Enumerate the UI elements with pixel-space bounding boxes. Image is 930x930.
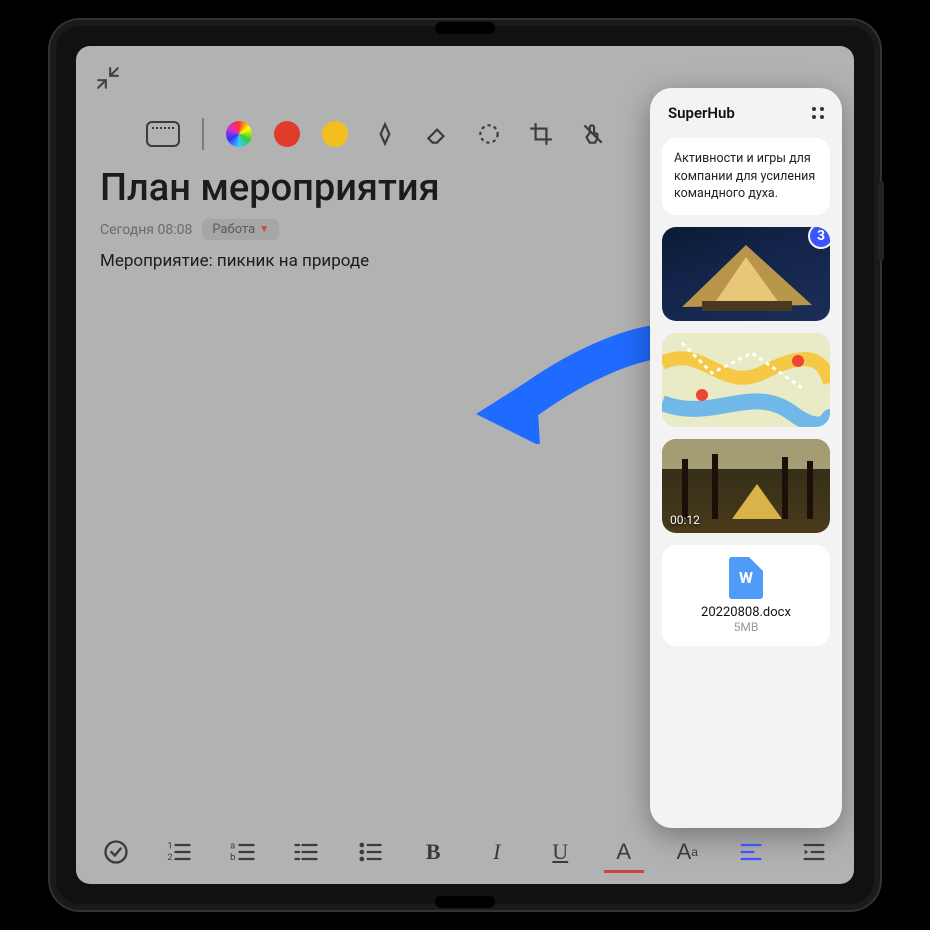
document-name: 20220808.docx <box>701 605 791 620</box>
screen: План мероприятия Сегодня 08:08 Работа▼ М… <box>76 46 854 884</box>
lettered-list-icon[interactable]: ab <box>225 834 261 870</box>
note-title[interactable]: План мероприятия <box>100 166 440 210</box>
superhub-item-document[interactable]: W 20220808.docx 5MB <box>662 545 830 646</box>
svg-text:a: a <box>230 841 235 852</box>
indent-icon[interactable] <box>796 834 832 870</box>
align-left-icon[interactable] <box>733 834 769 870</box>
svg-text:1: 1 <box>168 841 173 852</box>
eraser-icon[interactable] <box>422 119 452 149</box>
color-picker-icon[interactable] <box>226 121 252 147</box>
device-frame: План мероприятия Сегодня 08:08 Работа▼ М… <box>50 20 880 910</box>
document-size: 5MB <box>734 620 759 634</box>
superhub-title: SuperHub <box>668 104 735 122</box>
text-size-button[interactable]: Aa <box>669 834 705 870</box>
superhub-item-video[interactable]: 00:12 <box>662 439 830 533</box>
svg-text:2: 2 <box>168 852 173 863</box>
svg-text:b: b <box>230 852 235 863</box>
checklist-icon[interactable] <box>98 834 134 870</box>
superhub-item-photo[interactable]: 3 <box>662 227 830 321</box>
side-button <box>878 181 884 261</box>
superhub-item-text[interactable]: Активности и игры для компании для усиле… <box>662 138 830 215</box>
note-body[interactable]: Мероприятие: пикник на природе <box>100 251 369 271</box>
note-tag[interactable]: Работа▼ <box>202 219 279 240</box>
color-yellow[interactable] <box>322 121 348 147</box>
superhub-panel[interactable]: SuperHub Активности и игры для компании … <box>650 88 842 828</box>
numbered-list-icon[interactable]: 12 <box>161 834 197 870</box>
collapse-icon[interactable] <box>88 58 128 98</box>
bullet-dot-icon[interactable] <box>352 834 388 870</box>
text-color-button[interactable]: A <box>606 834 642 870</box>
note-meta: Сегодня 08:08 Работа▼ <box>100 219 279 240</box>
drag-handle-icon[interactable] <box>812 107 824 119</box>
superhub-text-content: Активности и игры для компании для усиле… <box>662 138 830 215</box>
underline-button[interactable]: U <box>542 834 578 870</box>
superhub-header: SuperHub <box>662 102 830 126</box>
video-duration: 00:12 <box>670 513 700 527</box>
superhub-item-map[interactable] <box>662 333 830 427</box>
italic-button[interactable]: I <box>479 834 515 870</box>
bullet-dash-icon[interactable] <box>288 834 324 870</box>
crop-icon[interactable] <box>526 119 556 149</box>
format-toolbar: 12 ab B I U A Aa <box>76 826 854 878</box>
hinge-bottom <box>435 896 495 908</box>
note-timestamp: Сегодня 08:08 <box>100 222 192 238</box>
word-file-icon: W <box>729 557 763 599</box>
photo-count-badge: 3 <box>808 227 830 249</box>
pen-icon[interactable] <box>370 119 400 149</box>
lasso-icon[interactable] <box>474 119 504 149</box>
bold-button[interactable]: B <box>415 834 451 870</box>
finger-off-icon[interactable] <box>578 119 608 149</box>
color-red[interactable] <box>274 121 300 147</box>
toolbar-separator <box>202 118 204 150</box>
keyboard-icon[interactable] <box>146 121 180 147</box>
hinge-top <box>435 22 495 34</box>
